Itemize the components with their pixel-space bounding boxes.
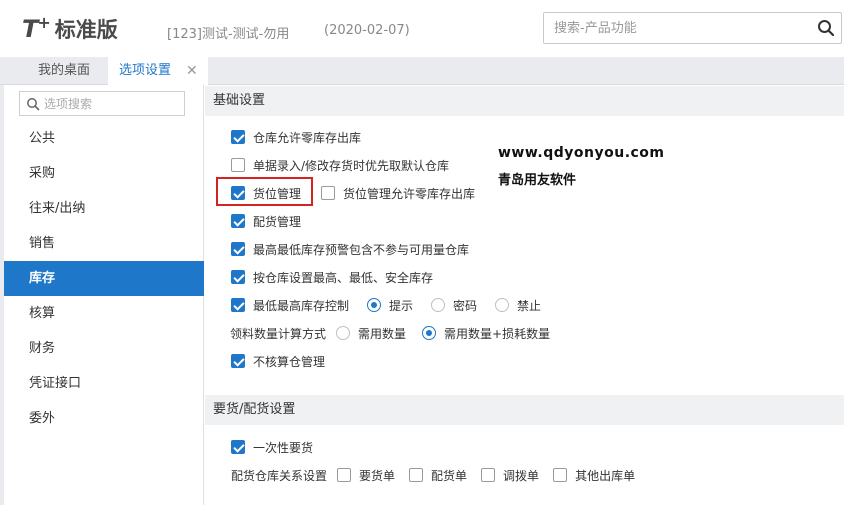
settings-panel: 基础设置 仓库允许零库存出库 单据录入/修改存货时优先取默认仓库 货位管理 货位… — [205, 85, 844, 505]
section-request-settings: 要货/配货设置 — [205, 395, 844, 425]
option-non-accounting-warehouse[interactable]: 不核算仓管理 — [231, 351, 339, 371]
sidebar-item[interactable]: 采购 — [4, 156, 204, 191]
checkbox[interactable] — [481, 468, 496, 482]
option-default-warehouse[interactable]: 单据录入/修改存货时优先取默认仓库 — [231, 155, 463, 175]
radio-password[interactable] — [431, 298, 446, 312]
checkbox[interactable] — [231, 354, 245, 368]
sidebar-item[interactable]: 财务 — [4, 331, 204, 366]
option-distribution-management[interactable]: 配货管理 — [231, 211, 315, 231]
checkbox[interactable] — [321, 186, 336, 200]
option-material-qty-method: 领料数量计算方式 需用数量 需用数量+损耗数量 — [230, 323, 564, 343]
option-label: 单据录入/修改存货时优先取默认仓库 — [253, 158, 450, 173]
sidebar-item[interactable]: 委外 — [4, 401, 204, 436]
checkbox[interactable] — [231, 158, 245, 172]
sidebar-item[interactable]: 往来/出纳 — [4, 191, 204, 226]
radio-label: 提示 — [389, 298, 414, 313]
tab-option-settings[interactable]: 选项设置 ✕ — [108, 57, 208, 86]
account-date: (2020-02-07) — [324, 23, 410, 38]
option-allow-zero-stock-out[interactable]: 仓库允许零库存出库 — [231, 127, 375, 147]
checkbox[interactable] — [231, 186, 245, 200]
option-label: 领料数量计算方式 — [230, 326, 327, 341]
checkbox[interactable] — [337, 468, 352, 482]
radio-required-qty[interactable] — [336, 326, 351, 340]
tab-bar: 我的桌面 选项设置 ✕ — [0, 57, 844, 86]
option-label: 调拨单 — [503, 468, 540, 483]
sidebar-item[interactable]: 库存 — [4, 261, 204, 296]
logo-plus: + — [37, 12, 51, 32]
checkbox[interactable] — [409, 468, 424, 482]
logo-name: 标准版 — [54, 18, 118, 42]
radio-label: 密码 — [453, 298, 478, 313]
option-label: 货位管理 — [253, 186, 302, 201]
option-label: 最高最低库存预警包含不参与可用量仓库 — [253, 242, 470, 257]
search-icon[interactable] — [817, 19, 835, 37]
sidebar-menu: 公共 采购 往来/出纳 销售 库存 核算 财务 凭证接口 委外 — [4, 121, 204, 436]
sidebar: 公共采购往来/出纳销售库存核算财务凭证接口委外 — [4, 85, 204, 505]
tab-option-settings-label: 选项设置 — [119, 63, 172, 78]
checkbox[interactable] — [231, 270, 245, 284]
checkbox[interactable] — [231, 440, 245, 454]
account-name: [123]测试-测试-勿用 — [167, 27, 290, 42]
checkbox[interactable] — [231, 242, 245, 256]
option-label: 仓库允许零库存出库 — [253, 130, 362, 145]
option-warehouse-relation: 配货仓库关系设置 要货单 配货单 调拨单 其他出库单 — [231, 465, 649, 485]
watermark-name: 青岛用友软件 — [498, 173, 577, 188]
option-search-input[interactable] — [44, 93, 180, 114]
section-basic-settings: 基础设置 — [205, 86, 844, 116]
app-header: T + 标准版 [123]测试-测试-勿用 (2020-02-07) — [0, 0, 844, 57]
option-stock-control[interactable]: 最低最高库存控制 提示 密码 禁止 — [231, 295, 555, 315]
sidebar-item[interactable]: 凭证接口 — [4, 366, 204, 401]
option-label: 货位管理允许零库存出库 — [343, 186, 476, 201]
option-label: 其他出库单 — [575, 468, 636, 483]
global-search[interactable] — [543, 12, 842, 44]
sidebar-item[interactable]: 公共 — [4, 121, 204, 156]
radio-label: 需用数量+损耗数量 — [444, 326, 551, 341]
option-warehouse-stock-levels[interactable]: 按仓库设置最高、最低、安全库存 — [231, 267, 447, 287]
checkbox[interactable] — [231, 214, 245, 228]
option-label: 要货单 — [359, 468, 396, 483]
search-icon — [27, 98, 40, 111]
app-logo: T + 标准版 — [22, 12, 118, 46]
option-label: 按仓库设置最高、最低、安全库存 — [253, 270, 434, 285]
option-label: 配货管理 — [253, 214, 302, 229]
watermark-url: www.qdyonyou.com — [498, 145, 665, 161]
sidebar-item[interactable]: 核算 — [4, 296, 204, 331]
option-label: 配货仓库关系设置 — [231, 468, 328, 483]
option-search[interactable] — [19, 91, 185, 116]
checkbox[interactable] — [231, 130, 245, 144]
global-search-input[interactable] — [544, 13, 804, 43]
checkbox[interactable] — [553, 468, 568, 482]
checkbox[interactable] — [231, 298, 245, 312]
logo-t: T — [22, 15, 38, 43]
close-icon[interactable]: ✕ — [186, 57, 198, 85]
radio-prompt[interactable] — [367, 298, 382, 312]
option-label: 配货单 — [431, 468, 468, 483]
option-stock-warning[interactable]: 最高最低库存预警包含不参与可用量仓库 — [231, 239, 483, 259]
option-one-time-request[interactable]: 一次性要货 — [231, 437, 327, 457]
option-label: 最低最高库存控制 — [253, 298, 350, 313]
option-location-management[interactable]: 货位管理 货位管理允许零库存出库 — [231, 183, 489, 203]
radio-label: 需用数量 — [358, 326, 407, 341]
radio-required-plus-loss[interactable] — [422, 326, 437, 340]
option-label: 一次性要货 — [253, 440, 314, 455]
radio-forbid[interactable] — [495, 298, 510, 312]
radio-label: 禁止 — [517, 298, 542, 313]
tab-desktop[interactable]: 我的桌面 — [38, 57, 90, 85]
option-label: 不核算仓管理 — [253, 354, 326, 369]
sidebar-item[interactable]: 销售 — [4, 226, 204, 261]
